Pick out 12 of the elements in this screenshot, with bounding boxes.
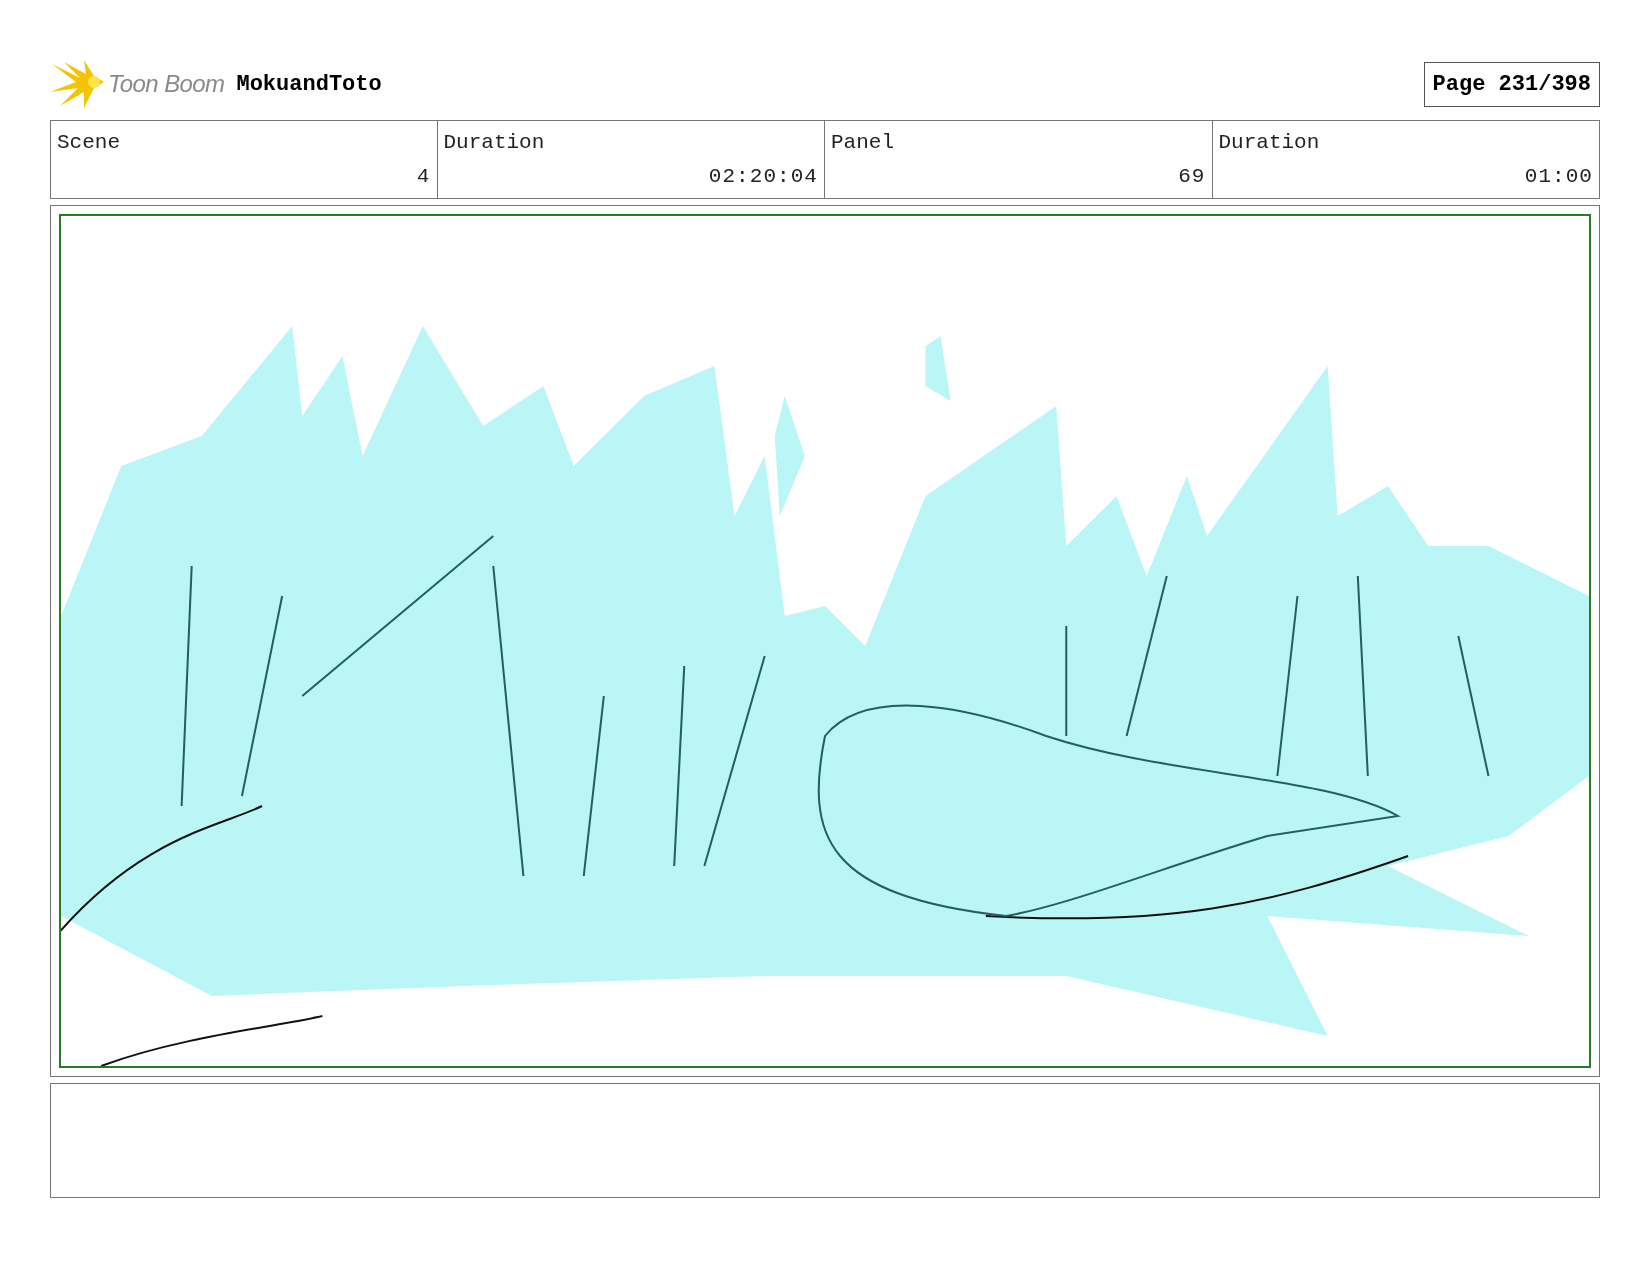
column-header: Panel (831, 130, 895, 156)
table-cell-text: 69 (1177, 163, 1206, 190)
logo-text: Toon Boom (108, 69, 225, 99)
column-header: Duration (1218, 130, 1321, 156)
starburst-logo-icon (50, 58, 104, 110)
table-cell-text: 02:20:04 (707, 163, 818, 190)
table-cell-text: 4 (415, 163, 431, 190)
column-header: Duration (443, 130, 546, 156)
table-cell-text: 01:00 (1523, 163, 1593, 190)
page-number: Page 231/398 (1423, 61, 1600, 107)
project-title: MokuandToto (236, 70, 382, 99)
column-header: Scene (57, 130, 121, 156)
